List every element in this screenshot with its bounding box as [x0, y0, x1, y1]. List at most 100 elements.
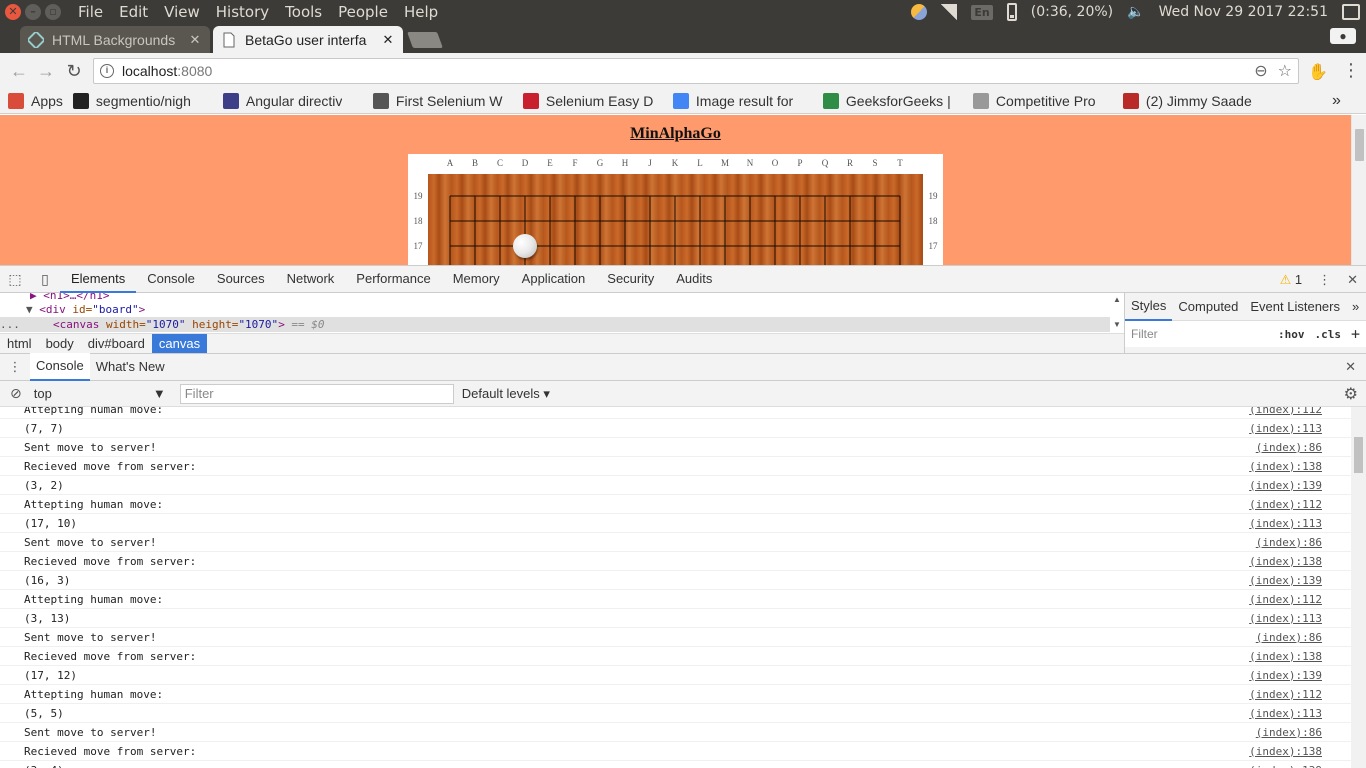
console-source-link[interactable]: (index):86 — [1256, 441, 1322, 454]
drawer-tab-whats-new[interactable]: What's New — [90, 354, 171, 380]
tab-network[interactable]: Network — [276, 265, 346, 293]
crumb-canvas[interactable]: canvas — [151, 334, 208, 353]
minimize-window-button[interactable]: – — [25, 4, 41, 20]
system-menu-icon[interactable] — [1342, 4, 1360, 20]
bookmarks-overflow-icon[interactable]: » — [1332, 92, 1346, 110]
page-scrollbar[interactable] — [1351, 115, 1366, 265]
console-source-link[interactable]: (index):138 — [1249, 650, 1322, 663]
console-settings-gear-icon[interactable]: ⚙ — [1344, 384, 1358, 404]
tab-computed[interactable]: Computed — [1172, 293, 1244, 320]
elements-scrollbar[interactable]: ▲ ▼ — [1110, 293, 1124, 333]
drawer-menu-icon[interactable]: ⋮ — [0, 359, 30, 375]
new-style-rule-icon[interactable]: + — [1351, 325, 1360, 343]
log-levels-dropdown[interactable]: Default levels ▾ — [462, 386, 550, 402]
drawer-tab-console[interactable]: Console — [30, 353, 90, 381]
console-source-link[interactable]: (index):113 — [1249, 707, 1322, 720]
tab-console[interactable]: Console — [136, 265, 206, 293]
profile-icon[interactable]: ● — [1330, 28, 1356, 44]
bookmark-item[interactable]: Competitive Pro — [972, 92, 1113, 109]
weather-icon[interactable] — [911, 4, 928, 20]
dom-node-canvas[interactable]: ... <canvas width="1070" height="1070"> … — [0, 317, 1110, 332]
console-source-link[interactable]: (index):112 — [1249, 498, 1322, 511]
inspect-element-icon[interactable]: ⬚ — [0, 271, 30, 288]
tab-close-icon[interactable]: ✕ — [381, 32, 395, 48]
reload-icon[interactable]: ↻ — [63, 60, 85, 82]
tab-audits[interactable]: Audits — [665, 265, 723, 293]
bookmark-item[interactable]: segmentio/nigh — [72, 92, 213, 109]
console-filter-input[interactable]: Filter — [179, 383, 454, 404]
menu-edit[interactable]: Edit — [111, 2, 156, 22]
close-window-button[interactable]: ✕ — [5, 4, 21, 20]
drawer-close-icon[interactable]: ✕ — [1345, 359, 1356, 375]
forward-icon[interactable]: → — [35, 60, 57, 82]
tab-html-backgrounds[interactable]: HTML Backgrounds ✕ — [20, 26, 210, 53]
zoom-icon[interactable]: ⊖ — [1254, 61, 1267, 81]
clear-console-icon[interactable]: ⊘ — [10, 385, 22, 402]
tab-styles[interactable]: Styles — [1125, 292, 1173, 321]
devtools-menu-icon[interactable]: ⋮ — [1318, 272, 1331, 288]
console-source-link[interactable]: (index):139 — [1249, 764, 1322, 768]
console-source-link[interactable]: (index):113 — [1249, 517, 1322, 530]
board-wood-surface[interactable] — [428, 174, 923, 265]
battery-status[interactable]: (0:36, 20%) — [1031, 4, 1113, 20]
console-source-link[interactable]: (index):139 — [1249, 479, 1322, 492]
bookmark-item[interactable]: Angular directiv — [222, 92, 363, 109]
new-tab-button[interactable] — [407, 32, 443, 48]
console-source-link[interactable]: (index):138 — [1249, 555, 1322, 568]
scrollbar-thumb[interactable] — [1354, 437, 1363, 473]
network-signal-icon[interactable] — [941, 4, 958, 20]
console-source-link[interactable]: (index):112 — [1249, 688, 1322, 701]
tab-security[interactable]: Security — [596, 265, 665, 293]
tab-elements[interactable]: Elements — [60, 265, 137, 293]
console-source-link[interactable]: (index):86 — [1256, 726, 1322, 739]
extension-icon[interactable]: ✋ — [1308, 62, 1328, 82]
console-source-link[interactable]: (index):139 — [1249, 669, 1322, 682]
tab-betago[interactable]: BetaGo user interfa ✕ — [213, 26, 403, 53]
warnings-counter[interactable]: ⚠ 1 — [1280, 272, 1303, 288]
console-source-link[interactable]: (index):139 — [1249, 574, 1322, 587]
device-toolbar-icon[interactable]: ▯ — [30, 271, 60, 288]
crumb-div-board[interactable]: div#board — [81, 334, 152, 353]
crumb-html[interactable]: html — [0, 334, 39, 353]
tab-sources[interactable]: Sources — [206, 265, 276, 293]
menu-file[interactable]: File — [70, 2, 111, 22]
menu-tools[interactable]: Tools — [277, 2, 330, 22]
menu-view[interactable]: View — [156, 2, 208, 22]
console-source-link[interactable]: (index):86 — [1256, 631, 1322, 644]
go-board-canvas[interactable]: A B C D E F G H J K L M N O P Q R S T 19 19 18 18 17 17 — [408, 154, 943, 265]
tab-close-icon[interactable]: ✕ — [188, 32, 202, 48]
console-source-link[interactable]: (index):86 — [1256, 536, 1322, 549]
back-icon[interactable]: ← — [8, 60, 30, 82]
crumb-body[interactable]: body — [39, 334, 81, 353]
devtools-close-icon[interactable]: ✕ — [1347, 272, 1358, 288]
menu-history[interactable]: History — [208, 2, 277, 22]
console-scrollbar[interactable] — [1351, 407, 1366, 768]
styles-filter-input[interactable]: Filter — [1131, 327, 1268, 341]
console-source-link[interactable]: (index):113 — [1249, 422, 1322, 435]
dom-node-div-board[interactable]: ▼ <div id="board"> — [26, 302, 1124, 317]
menu-help[interactable]: Help — [396, 2, 446, 22]
console-source-link[interactable]: (index):112 — [1249, 407, 1322, 416]
bookmark-item[interactable]: Selenium Easy D — [522, 92, 663, 109]
volume-icon[interactable]: 🔈 — [1127, 4, 1144, 20]
bookmark-item[interactable]: (2) Jimmy Saade — [1122, 92, 1263, 109]
console-source-link[interactable]: (index):113 — [1249, 612, 1322, 625]
console-source-link[interactable]: (index):138 — [1249, 460, 1322, 473]
console-source-link[interactable]: (index):138 — [1249, 745, 1322, 758]
hover-state-toggle[interactable]: :hov — [1278, 328, 1305, 341]
more-tabs-icon[interactable]: » — [1346, 293, 1365, 320]
bookmark-item[interactable]: GeeksforGeeks | — [822, 92, 963, 109]
tab-event-listeners[interactable]: Event Listeners — [1244, 293, 1346, 320]
menu-people[interactable]: People — [330, 2, 396, 22]
clock[interactable]: Wed Nov 29 2017 22:51 — [1159, 4, 1328, 20]
battery-icon[interactable] — [1006, 3, 1017, 21]
tab-performance[interactable]: Performance — [345, 265, 441, 293]
url-text[interactable]: localhost:8080 — [122, 63, 212, 79]
bookmark-star-icon[interactable]: ☆ — [1278, 61, 1292, 81]
tab-memory[interactable]: Memory — [442, 265, 511, 293]
class-toggle[interactable]: .cls — [1314, 328, 1341, 341]
address-bar[interactable]: i localhost:8080 ⊖ ☆ — [93, 58, 1299, 84]
keyboard-layout-indicator[interactable]: En — [971, 4, 993, 20]
bookmark-item[interactable]: Image result for — [672, 92, 813, 109]
maximize-window-button[interactable]: ▫ — [45, 4, 61, 20]
